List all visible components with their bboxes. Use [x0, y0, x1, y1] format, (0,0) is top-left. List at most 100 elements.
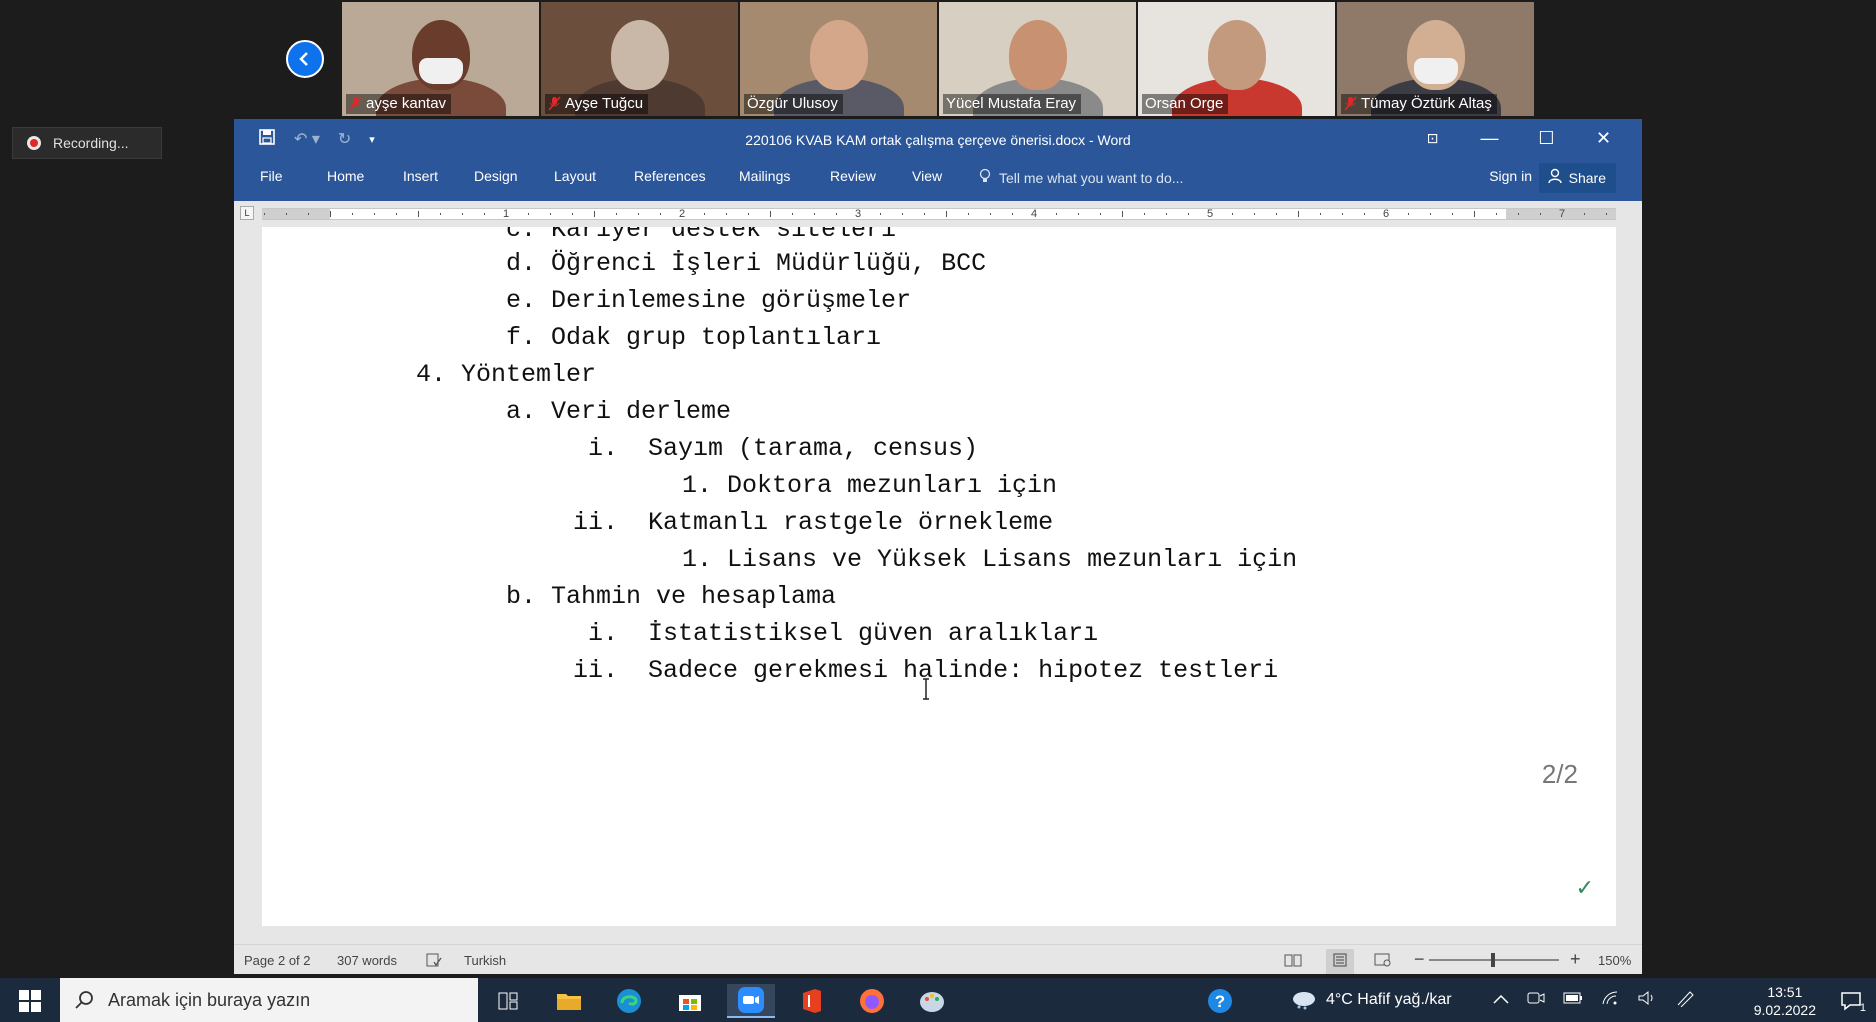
taskbar-search-box[interactable]: Aramak için buraya yazın: [60, 978, 478, 1022]
meet-now-icon[interactable]: [1527, 990, 1545, 1011]
recording-indicator[interactable]: Recording...: [12, 127, 162, 159]
face-mask: [419, 58, 463, 84]
ruler-tick: [1166, 213, 1167, 215]
chevron-up-icon[interactable]: [1493, 991, 1509, 1009]
participant-tile[interactable]: ayşe kantav: [342, 2, 539, 116]
clock-time: 13:51: [1767, 984, 1803, 1000]
tab-home[interactable]: Home: [327, 168, 364, 184]
ruler-tick: [946, 211, 947, 217]
zoom-out-button[interactable]: −: [1414, 949, 1425, 970]
ruler-tick: [660, 213, 661, 215]
ruler-tick: [550, 213, 551, 215]
doc-line: i. İstatistiksel güven aralıkları: [588, 619, 1099, 648]
pen-icon[interactable]: [1675, 989, 1695, 1012]
weather-widget[interactable]: 4°C Hafif yağ./kar: [1290, 978, 1452, 1022]
ruler-number: 4: [1031, 208, 1038, 220]
ruler-tick: [1474, 211, 1475, 217]
zoom-level[interactable]: 150%: [1598, 953, 1631, 968]
participant-tile[interactable]: Tümay Öztürk Altaş: [1337, 2, 1534, 116]
tab-design[interactable]: Design: [474, 168, 518, 184]
ruler-tick: [792, 213, 793, 215]
battery-icon[interactable]: [1563, 991, 1583, 1009]
document-area[interactable]: c. Kariyer destek siteleri d. Öğrenci İş…: [234, 227, 1642, 944]
ruler-tick: [1122, 211, 1123, 217]
notification-center-button[interactable]: 1: [1836, 986, 1866, 1016]
tab-layout[interactable]: Layout: [554, 168, 596, 184]
cloud-snow-icon: [1293, 992, 1315, 1010]
help-icon[interactable]: ?: [1196, 984, 1244, 1018]
ruler-tick: [1408, 213, 1409, 215]
ruler-tick: [836, 213, 837, 215]
word-count[interactable]: 307 words: [337, 953, 397, 968]
close-button[interactable]: ✕: [1575, 123, 1632, 153]
ruler-left-margin: [262, 209, 330, 219]
tell-me-placeholder: Tell me what you want to do...: [999, 169, 1184, 186]
participant-tile[interactable]: Ayşe Tuğcu: [541, 2, 738, 116]
word-window: ↶ ▾ ↻ ▾ 220106 KVAB KAM ortak çalışma çe…: [234, 119, 1642, 974]
file-explorer-icon[interactable]: [545, 984, 593, 1018]
page-indicator: 2/2: [1541, 759, 1578, 789]
language-indicator[interactable]: Turkish: [464, 953, 506, 968]
minimize-button[interactable]: —: [1461, 123, 1518, 153]
sign-in-link[interactable]: Sign in: [1489, 168, 1532, 184]
tab-insert[interactable]: Insert: [403, 168, 438, 184]
ribbon-display-options-icon[interactable]: ⊡: [1404, 123, 1461, 153]
zoom-in-button[interactable]: +: [1570, 949, 1581, 970]
tab-review[interactable]: Review: [830, 168, 876, 184]
horizontal-ruler[interactable]: L 1 2 3 4 5 6 7: [234, 201, 1642, 227]
ruler-number: 6: [1383, 208, 1390, 220]
ruler-number: 5: [1207, 208, 1214, 220]
tab-file[interactable]: File: [260, 168, 283, 184]
maximize-button[interactable]: ☐: [1518, 123, 1575, 153]
tab-view[interactable]: View: [912, 168, 942, 184]
office-icon[interactable]: [788, 984, 836, 1018]
ruler-tick: [484, 213, 485, 215]
print-layout-icon[interactable]: [1326, 949, 1354, 974]
tell-me-box[interactable]: Tell me what you want to do...: [979, 168, 1183, 187]
wifi-icon[interactable]: [1601, 990, 1619, 1011]
ruler-tick: [968, 213, 969, 215]
read-mode-icon[interactable]: [1284, 953, 1302, 970]
tab-references[interactable]: References: [634, 168, 706, 184]
gallery-prev-button[interactable]: [286, 40, 324, 78]
tab-selector[interactable]: L: [240, 206, 254, 220]
ruler-tick: [1012, 213, 1013, 215]
doc-line: i. Sayım (tarama, census): [588, 434, 979, 463]
doc-line: b. Tahmin ve hesaplama: [506, 582, 837, 611]
store-icon[interactable]: [666, 984, 714, 1018]
ruler-strip: 1 2 3 4 5 6 7: [262, 208, 1616, 220]
document-page[interactable]: c. Kariyer destek siteleri d. Öğrenci İş…: [262, 227, 1616, 926]
proofing-icon[interactable]: [426, 953, 442, 970]
mic-muted-icon: [1344, 96, 1357, 111]
ruler-tick: [352, 213, 353, 215]
participant-name-tag: Orsan Orge: [1142, 94, 1229, 114]
share-button[interactable]: Share: [1538, 163, 1616, 193]
zoom-app-icon[interactable]: [727, 984, 775, 1018]
task-view-icon[interactable]: [484, 984, 532, 1018]
ruler-tick: [1364, 213, 1365, 215]
ruler-tick: [1254, 213, 1255, 215]
participant-tile[interactable]: Orsan Orge: [1138, 2, 1335, 116]
volume-icon[interactable]: [1637, 990, 1657, 1011]
zoom-slider-thumb[interactable]: [1491, 953, 1495, 967]
firefox-icon[interactable]: [848, 984, 896, 1018]
web-layout-icon[interactable]: [1374, 953, 1392, 970]
search-icon: [75, 991, 93, 1009]
notification-icon: [1841, 992, 1861, 1011]
participant-name: ayşe kantav: [366, 95, 447, 112]
start-button[interactable]: [8, 986, 52, 1016]
status-bar: Page 2 of 2 307 words Turkish − + 150%: [234, 944, 1642, 974]
edge-browser-icon[interactable]: [605, 984, 653, 1018]
participant-name: Özgür Ulusoy: [747, 95, 838, 112]
tab-mailings[interactable]: Mailings: [739, 168, 790, 184]
ruler-tick: [1320, 213, 1321, 215]
participant-tile[interactable]: Özgür Ulusoy: [740, 2, 937, 116]
participant-name: Yücel Mustafa Eray: [946, 95, 1077, 112]
participant-tile[interactable]: Yücel Mustafa Eray: [939, 2, 1136, 116]
ruler-tick: [1144, 213, 1145, 215]
system-clock[interactable]: 13:51 9.02.2022: [1754, 983, 1816, 1019]
page-count[interactable]: Page 2 of 2: [244, 953, 311, 968]
doc-line: ii. Katmanlı rastgele örnekleme: [573, 508, 1054, 537]
ruler-tick: [440, 213, 441, 215]
paint-app-icon[interactable]: [908, 984, 956, 1018]
